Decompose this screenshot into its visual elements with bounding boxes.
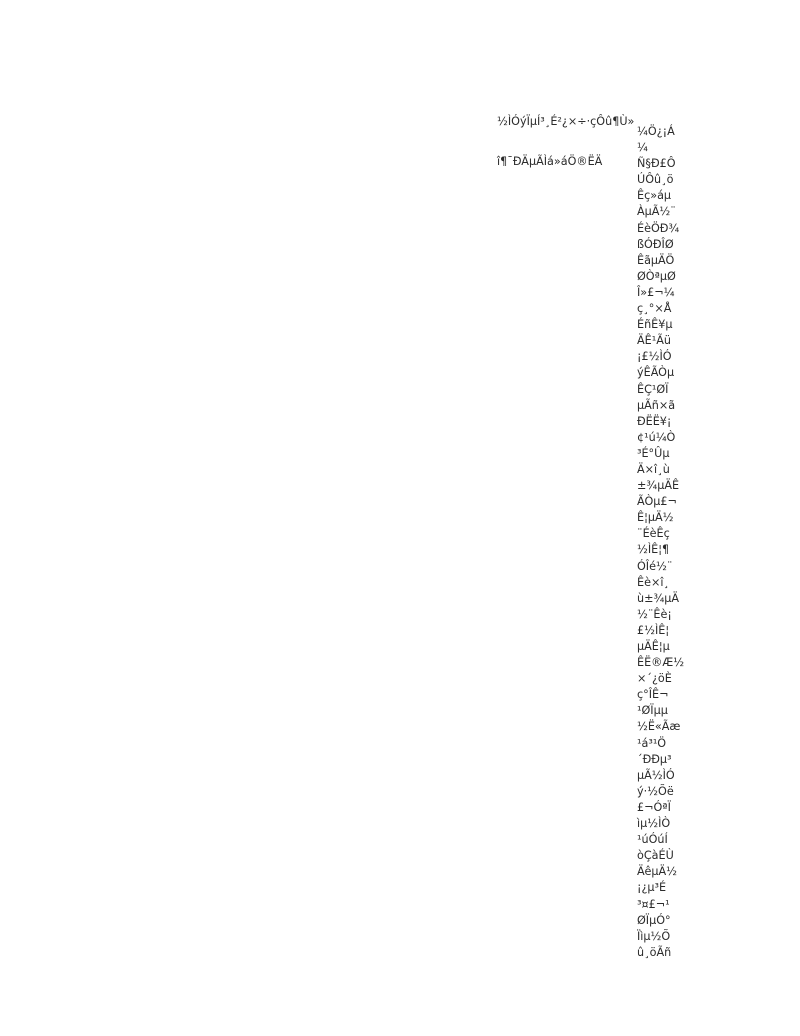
text-line: ØÏµÓ° — [637, 913, 671, 927]
text-line: ¡¿µ³É — [637, 881, 667, 895]
text-line: òÇàÉÙ — [637, 849, 674, 863]
text-line: ý·½Õë — [637, 784, 674, 798]
text-line: Ïìµ½Õ — [637, 929, 671, 943]
text-line: ¹ØÏµµ — [637, 704, 668, 718]
text-line: ÄÊ¹Ãü — [637, 334, 671, 348]
text-line: ¹á³¹Ö — [637, 736, 667, 750]
text-line: ¼Ö¿¡Á — [637, 125, 675, 138]
text-line: ÄêµÄ½ — [637, 865, 677, 879]
text-line: û¸öÃñ — [637, 945, 672, 959]
text-line: ¢¹ú¼Ò — [637, 430, 676, 444]
document-page: ½ÌÓýÏµÍ³¸É²¿×÷·çÔû¶Ù» î¶¯ÐÄµÃÌá»áÖ®ËÄ ¼Ö… — [0, 0, 800, 1036]
text-line: ÊË®Æ½ — [637, 656, 685, 670]
text-line: µÄÊ¦µ — [637, 640, 670, 653]
text-line: ßÓÐÎØ — [637, 237, 674, 251]
text-line: ÀµÃ½¨ — [637, 205, 676, 219]
text-line: ÚÔû¸ö — [637, 173, 674, 187]
text-line: ÃÒµ£¬ — [637, 495, 677, 509]
text-line: µÃñ×ã — [637, 398, 676, 412]
text-line: £½ÌÊ¦ — [637, 623, 670, 637]
text-line: £¬ÓªÏ — [637, 800, 671, 814]
text-line: ç°ÎÊ¬ — [637, 688, 669, 702]
text-line: ÐËË¥¡ — [637, 414, 672, 428]
text-line: ¨ÉèÊç — [637, 527, 670, 541]
text-line: ØÒªµØ — [637, 269, 676, 283]
text-line: Î»£¬¼ — [637, 285, 675, 299]
text-line: ýÊÃÒµ — [637, 366, 675, 380]
text-line: ìµ½ÌÒ — [637, 817, 671, 831]
text-line: Êç»áµ — [637, 189, 672, 203]
text-line: Ä×î¸ù — [637, 462, 670, 476]
text-line: ÉèÖÐ¾ — [637, 221, 680, 235]
text-column: ¼Ö¿¡Á ¼ Ñ§Ð£Ô ÚÔû¸ö Êç»áµ ÀµÃ½¨ ÉèÖÐ¾ ßÓÐÎØ ÊãµÄ… — [637, 124, 757, 961]
text-line: ½¨Êè¡ — [637, 607, 672, 621]
text-line: ¡£½ÌÓ — [637, 350, 672, 364]
text-line: µÃ½ÌÓ — [637, 768, 675, 782]
text-line: ³¤£¬¹ — [637, 897, 670, 911]
text-line: Êè×î¸ — [637, 575, 670, 589]
text-line: ÊÇ¹ØÏ — [637, 382, 669, 396]
text-line: ÓÎé½¨ — [637, 559, 673, 573]
text-line: ù±¾µÄ — [637, 591, 680, 605]
text-line: ç¸°×Å — [637, 302, 672, 316]
text-line: Ê¦µÄ½ — [637, 511, 674, 525]
text-line: ½Ë«Ãæ — [637, 720, 681, 734]
text-line: ½ÌÊ¦¶ — [637, 543, 670, 557]
text-line: ¼ — [637, 141, 648, 155]
text-line: ¹úÓúÍ — [637, 833, 668, 847]
text-line: ×´¿öÈ — [637, 672, 672, 686]
text-line: ÉñÊ¥µ — [637, 318, 673, 332]
text-line: ±¾µÄÊ — [637, 479, 680, 493]
text-line: ³É°Ûµ — [637, 446, 670, 460]
text-line: ´ÐÐµ³ — [637, 752, 672, 766]
text-line: ÊãµÄÖ — [637, 253, 675, 267]
text-line: Ñ§Ð£Ô — [637, 157, 676, 171]
